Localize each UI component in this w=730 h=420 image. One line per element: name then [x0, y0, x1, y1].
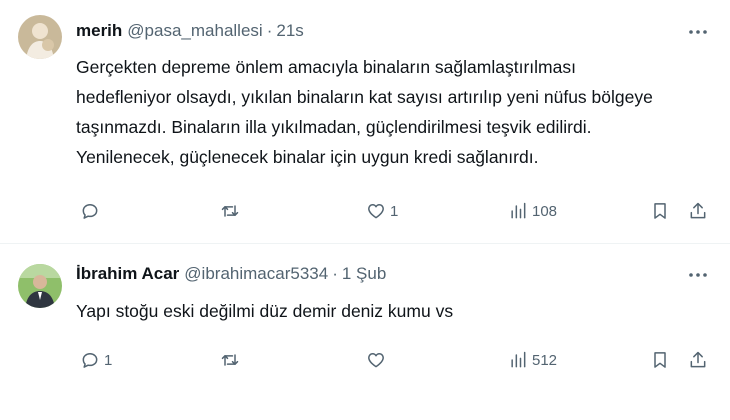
views-count: 512: [532, 351, 558, 369]
retweet-button[interactable]: [220, 345, 244, 375]
views-button[interactable]: 108: [508, 196, 557, 226]
avatar[interactable]: [18, 15, 62, 59]
share-icon: [690, 202, 706, 219]
views-icon: [511, 351, 526, 368]
avatar[interactable]: [18, 264, 62, 308]
reply-icon: [82, 353, 98, 368]
bookmark-button[interactable]: [650, 196, 670, 226]
tweet[interactable]: İbrahim Acar @ibrahimacar5334 · 1 Şub Ya…: [0, 244, 730, 420]
author-handle[interactable]: @pasa_mahallesi: [127, 21, 262, 41]
reply-count: 1: [104, 351, 113, 369]
tweet-text-line: taşınmazdı. Binaların illa yıkılmadan, g…: [76, 117, 592, 137]
like-count: 1: [390, 202, 399, 220]
separator-dot: ·: [266, 21, 273, 40]
author-name[interactable]: merih: [76, 21, 122, 41]
tweet-text-line: Gerçekten depreme önlem amacıyla binalar…: [76, 57, 576, 77]
share-icon: [690, 351, 706, 368]
views-count: 108: [532, 202, 558, 220]
tweet-text-line: Yenilenecek, güçlenecek binalar için uyg…: [76, 147, 539, 167]
share-button[interactable]: [688, 196, 708, 226]
tweet-header: İbrahim Acar @ibrahimacar5334 · 1 Şub: [76, 264, 386, 288]
bookmark-button[interactable]: [650, 345, 670, 375]
views-button[interactable]: 512: [508, 345, 557, 375]
retweet-icon: [221, 354, 239, 366]
reply-button[interactable]: [80, 196, 104, 226]
tweet-text-line: Yapı stoğu eski değilmi düz demir deniz …: [76, 301, 454, 321]
views-icon: [511, 202, 526, 219]
tweet-time[interactable]: 21s: [276, 21, 303, 41]
share-button[interactable]: [688, 345, 708, 375]
heart-icon: [368, 353, 384, 368]
like-button[interactable]: 1: [366, 196, 398, 226]
tweet-header: merih @pasa_mahallesi · 21s: [76, 21, 304, 45]
tweet-time[interactable]: 1 Şub: [342, 264, 386, 284]
tweet[interactable]: merih @pasa_mahallesi · 21s Gerçekten de…: [0, 0, 730, 243]
tweet-actions: 1 108: [74, 196, 714, 226]
heart-icon: [368, 204, 384, 219]
bookmark-icon: [654, 352, 666, 368]
reply-button[interactable]: 1: [80, 345, 112, 375]
reply-icon: [82, 204, 98, 219]
separator-dot: ·: [332, 264, 338, 283]
tweet-actions: 1 512: [74, 345, 714, 375]
more-icon[interactable]: [686, 265, 710, 285]
retweet-icon: [221, 205, 239, 217]
tweet-text-line: hedefleniyor olsaydı, yıkılan binaların …: [76, 87, 653, 107]
retweet-button[interactable]: [220, 196, 244, 226]
more-icon[interactable]: [686, 22, 710, 42]
author-name[interactable]: İbrahim Acar: [76, 264, 179, 284]
author-handle[interactable]: @ibrahimacar5334: [184, 264, 328, 284]
bookmark-icon: [654, 203, 666, 219]
tweet-text: Yapı stoğu eski değilmi düz demir deniz …: [76, 296, 706, 326]
like-button[interactable]: [366, 345, 390, 375]
tweet-text: Gerçekten depreme önlem amacıyla binalar…: [76, 52, 706, 172]
